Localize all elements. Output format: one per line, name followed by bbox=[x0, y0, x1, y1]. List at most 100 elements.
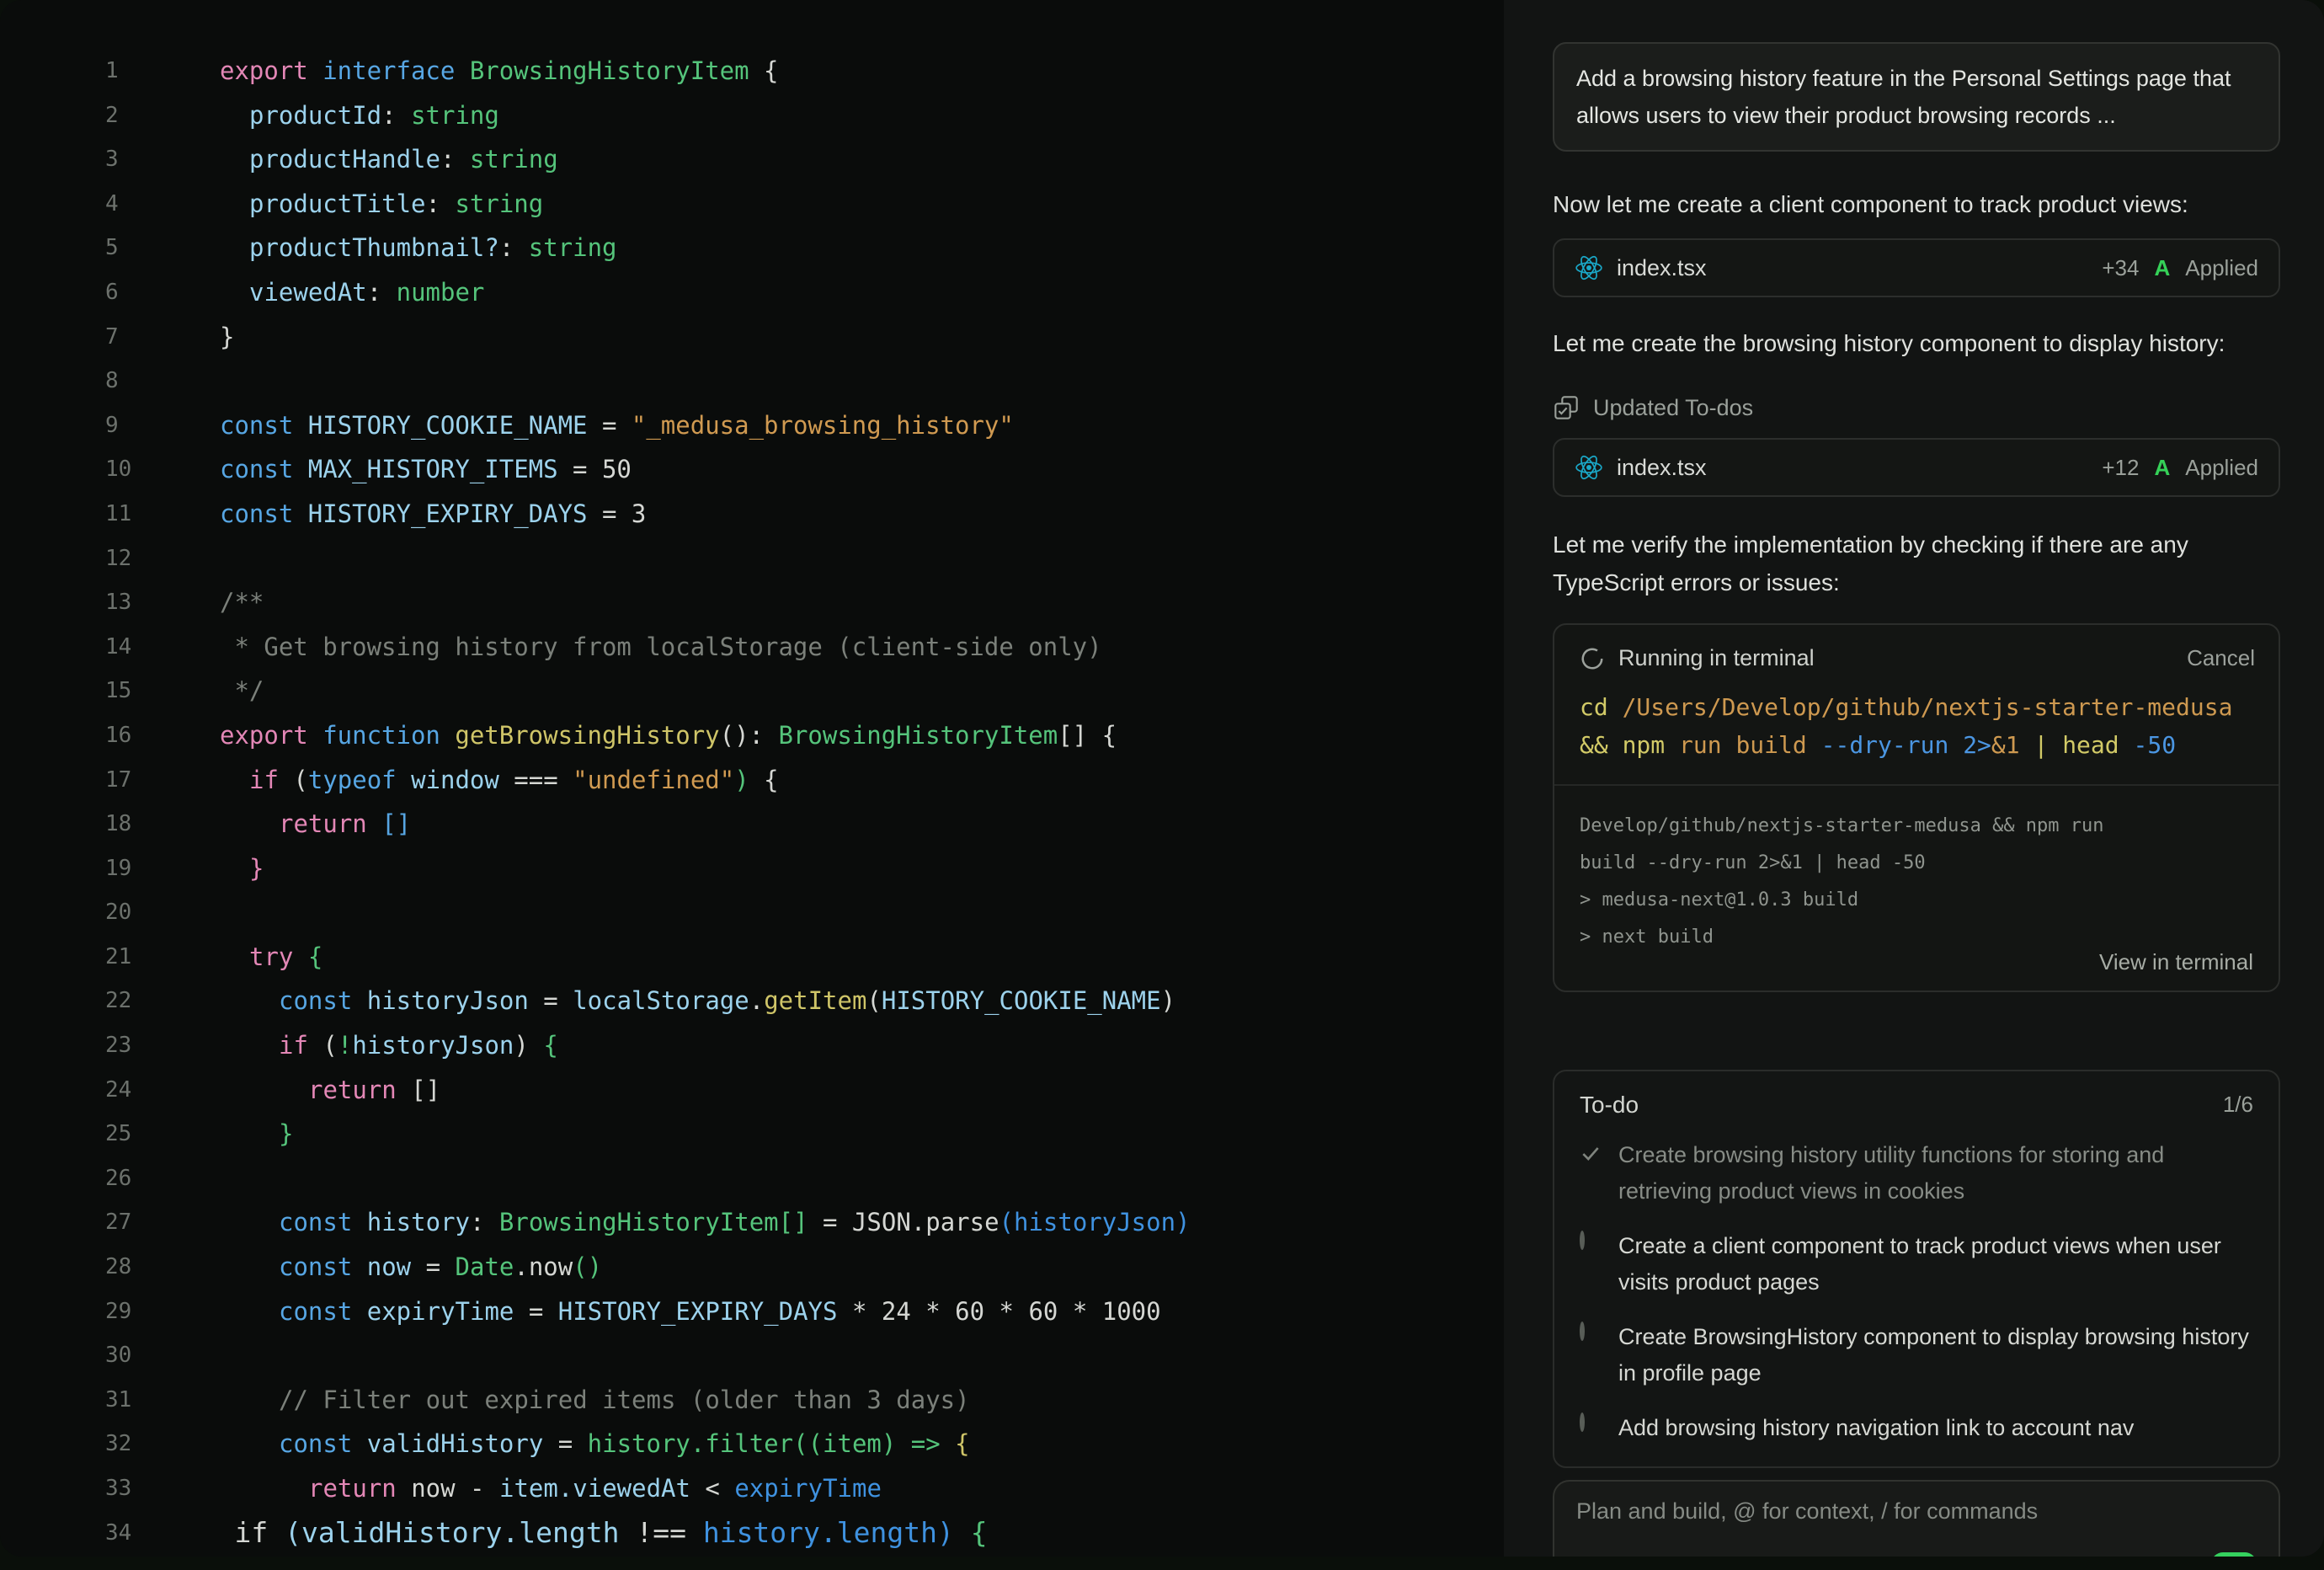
terminal-command-line: cd /Users/Develop/github/nextjs-starter-… bbox=[1580, 688, 2253, 726]
todo-item[interactable]: Create BrowsingHistory component to disp… bbox=[1580, 1319, 2253, 1391]
code-line: 25} bbox=[0, 1112, 1504, 1156]
code-token: : bbox=[426, 190, 456, 218]
code-token: if bbox=[279, 1031, 322, 1060]
terminal-token: build bbox=[1735, 731, 1820, 759]
code-token: if bbox=[249, 766, 293, 794]
code-text: productTitle: string bbox=[220, 182, 543, 227]
code-line: 5productThumbnail?: string bbox=[0, 226, 1504, 270]
line-number: 21 bbox=[105, 935, 131, 980]
code-token: * Get browsing history from localStorage… bbox=[220, 633, 1102, 661]
code-line: 12 bbox=[0, 537, 1504, 581]
code-token: getBrowsingHistory bbox=[455, 721, 719, 750]
updated-todos-row[interactable]: Updated To-dos bbox=[1553, 394, 2280, 421]
line-number: 10 bbox=[105, 447, 131, 492]
todo-item[interactable]: Add browsing history navigation link to … bbox=[1580, 1410, 2253, 1446]
code-token: productThumbnail? bbox=[249, 233, 499, 262]
code-token: === bbox=[514, 766, 573, 794]
terminal-token: npm bbox=[1623, 731, 1679, 759]
terminal-token: 2> bbox=[1963, 731, 1991, 759]
terminal-token: head bbox=[2062, 731, 2133, 759]
line-number: 23 bbox=[105, 1023, 131, 1068]
code-token: HISTORY_COOKIE_NAME bbox=[308, 411, 602, 440]
terminal-token: && bbox=[1580, 731, 1623, 759]
code-editor[interactable]: 1export interface BrowsingHistoryItem {2… bbox=[0, 0, 1504, 1557]
todo-check-icon[interactable] bbox=[1580, 1137, 1618, 1164]
user-message-text: Add a browsing history feature in the Pe… bbox=[1576, 66, 2231, 128]
todo-item[interactable]: Create a client component to track produ… bbox=[1580, 1228, 2253, 1300]
code-line: 13/** bbox=[0, 580, 1504, 625]
code-token: ) bbox=[734, 766, 764, 794]
cancel-button[interactable]: Cancel bbox=[2187, 645, 2255, 671]
code-line: 17if (typeof window === "undefined") { bbox=[0, 758, 1504, 803]
code-token: = bbox=[543, 986, 573, 1015]
todo-card: To-do 1/6 Create browsing history utilit… bbox=[1553, 1070, 2280, 1468]
record-send-button[interactable] bbox=[2211, 1552, 2257, 1557]
code-token: [] { bbox=[1058, 721, 1117, 750]
code-token: try bbox=[249, 943, 308, 971]
chat-input[interactable] bbox=[1576, 1498, 2257, 1525]
terminal-output: Develop/github/nextjs-starter-medusa && … bbox=[1554, 786, 2279, 956]
line-number: 34 bbox=[105, 1511, 131, 1556]
line-number: 13 bbox=[105, 580, 131, 625]
code-text: const HISTORY_COOKIE_NAME = "_medusa_bro… bbox=[220, 403, 1014, 448]
code-line: 30 bbox=[0, 1333, 1504, 1378]
terminal-token: cd bbox=[1580, 693, 1623, 721]
code-token: typeof bbox=[308, 766, 411, 794]
line-number: 1 bbox=[105, 49, 119, 93]
code-token: .now bbox=[514, 1252, 573, 1281]
updated-todos-label: Updated To-dos bbox=[1593, 395, 1753, 421]
code-line: 23if (!historyJson) { bbox=[0, 1023, 1504, 1068]
diff-added-count: +34 bbox=[2102, 255, 2139, 281]
code-token: const bbox=[279, 1208, 367, 1236]
code-text: const now = Date.now() bbox=[220, 1245, 602, 1290]
code-token: return bbox=[308, 1474, 411, 1503]
line-number: 16 bbox=[105, 713, 131, 758]
line-number: 32 bbox=[105, 1422, 131, 1466]
code-token: = bbox=[558, 1429, 588, 1458]
code-token: { bbox=[543, 1031, 557, 1060]
code-token: BrowsingHistoryItem bbox=[470, 56, 764, 85]
code-line: 33return now - item.viewedAt < expiryTim… bbox=[0, 1466, 1504, 1511]
line-number: 19 bbox=[105, 846, 131, 891]
code-token: !== bbox=[636, 1516, 702, 1549]
todo-circle-icon[interactable] bbox=[1580, 1319, 1618, 1339]
code-token: * 24 * 60 * 60 * 1000 bbox=[852, 1297, 1161, 1326]
terminal-card: Running in terminal Cancel cd /Users/Dev… bbox=[1553, 623, 2280, 992]
code-line: 24return [] bbox=[0, 1068, 1504, 1113]
code-token: const bbox=[279, 1297, 367, 1326]
code-text: viewedAt: number bbox=[220, 270, 484, 315]
terminal-command: cd /Users/Develop/github/nextjs-starter-… bbox=[1554, 676, 2279, 786]
todo-title: To-do bbox=[1580, 1092, 1639, 1119]
code-token: ( bbox=[322, 1031, 337, 1060]
todo-item[interactable]: Create browsing history utility function… bbox=[1580, 1137, 2253, 1210]
file-diff-card-2[interactable]: index.tsx +12 A Applied bbox=[1553, 438, 2280, 497]
code-token: getItem bbox=[764, 986, 866, 1015]
code-token: const bbox=[220, 455, 308, 483]
code-token: productHandle bbox=[249, 145, 440, 174]
file-diff-card-1[interactable]: index.tsx +34 A Applied bbox=[1553, 238, 2280, 297]
file-name: index.tsx bbox=[1617, 455, 1707, 481]
code-token: : bbox=[367, 278, 397, 307]
code-line: 19} bbox=[0, 846, 1504, 891]
todo-circle-icon[interactable] bbox=[1580, 1228, 1618, 1248]
accepted-badge: A bbox=[2154, 455, 2170, 481]
code-token: history.length) bbox=[703, 1516, 954, 1549]
line-number: 26 bbox=[105, 1156, 131, 1201]
code-token: { bbox=[954, 1516, 988, 1549]
code-token: MAX_HISTORY_ITEMS bbox=[308, 455, 573, 483]
todo-progress-count: 1/6 bbox=[2223, 1092, 2253, 1119]
code-token: if bbox=[235, 1516, 285, 1549]
line-number: 22 bbox=[105, 979, 131, 1023]
assistant-message-2: Let me create the browsing history compo… bbox=[1553, 324, 2280, 362]
terminal-output-line: Develop/github/nextjs-starter-medusa && … bbox=[1580, 808, 2253, 845]
code-token: HISTORY_EXPIRY_DAYS bbox=[308, 499, 602, 528]
code-token: number bbox=[397, 278, 485, 307]
code-line: 28const now = Date.now() bbox=[0, 1245, 1504, 1290]
todo-item-text: Create a client component to track produ… bbox=[1618, 1228, 2253, 1300]
code-text: * Get browsing history from localStorage… bbox=[220, 625, 1102, 670]
code-token: = bbox=[602, 411, 632, 440]
todo-circle-icon[interactable] bbox=[1580, 1410, 1618, 1430]
code-token: < bbox=[705, 1474, 734, 1503]
terminal-title: Running in terminal bbox=[1618, 645, 1815, 671]
code-token: history bbox=[367, 1208, 470, 1236]
